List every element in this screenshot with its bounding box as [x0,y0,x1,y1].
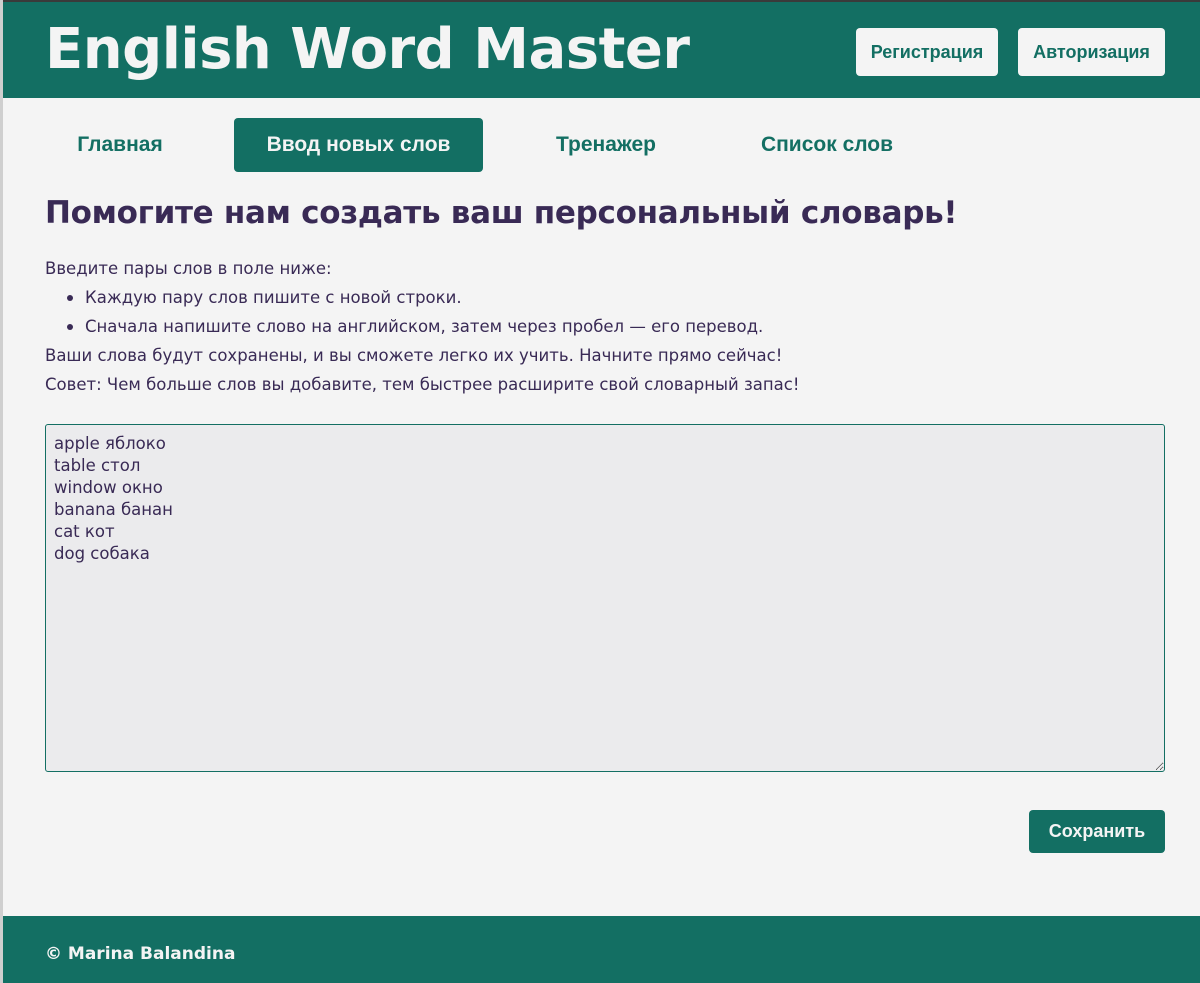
list-item: Сначала напишите слово на английском, за… [67,312,799,341]
instructions-intro: Введите пары слов в поле ниже: [45,259,332,278]
instructions: Введите пары слов в поле ниже: Каждую па… [45,254,799,399]
instructions-list: Каждую пару слов пишите с новой строки. … [45,283,799,341]
save-button[interactable]: Сохранить [1029,810,1165,853]
site-footer: © Marina Balandina [3,916,1200,983]
site-title: English Word Master [45,17,690,82]
nav-item-new-words[interactable]: Ввод новых слов [234,118,483,172]
page-title: Помогите нам создать ваш персональный сл… [45,195,958,231]
login-button[interactable]: Авторизация [1018,28,1165,76]
list-item: Каждую пару слов пишите с новой строки. [67,283,799,312]
word-pairs-textarea[interactable] [45,424,1165,772]
register-button[interactable]: Регистрация [856,28,998,76]
instructions-note: Ваши слова будут сохранены, и вы сможете… [45,346,783,365]
nav-item-word-list[interactable]: Список слов [729,118,925,172]
nav-item-trainer[interactable]: Тренажер [523,118,689,172]
footer-copyright: © Marina Balandina [45,944,236,964]
main-nav: Главная Ввод новых слов Тренажер Список … [3,118,1200,172]
nav-item-home[interactable]: Главная [45,118,195,172]
instructions-tip: Совет: Чем больше слов вы добавите, тем … [45,375,800,394]
site-header: English Word Master Регистрация Авториза… [3,0,1200,98]
